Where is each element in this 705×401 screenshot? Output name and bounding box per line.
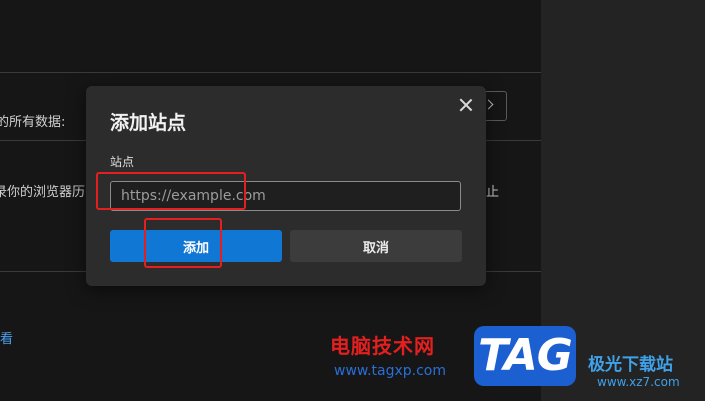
view-link[interactable]: 看 [0,328,13,347]
cancel-button[interactable]: 取消 [290,230,462,262]
section-divider [0,72,541,73]
watermark-site-name-2: 极光下载站 [588,355,673,375]
history-description-end: 止 [486,185,500,200]
watermark-logo: TAG [474,326,576,386]
dialog-title: 添加站点 [110,112,187,134]
watermark-site-url-2: www.xz7.com [597,375,680,389]
close-icon[interactable] [455,94,477,116]
site-field-label: 站点 [110,155,135,169]
history-description: 录你的浏览器历 [0,185,86,200]
watermark-site-name: 电脑技术网 [330,334,435,358]
annotation-box-add [144,218,222,268]
watermark-site-url: www.tagxp.com [334,363,446,379]
clear-data-label: 的所有数据: [0,115,66,130]
annotation-box-input [96,172,246,210]
